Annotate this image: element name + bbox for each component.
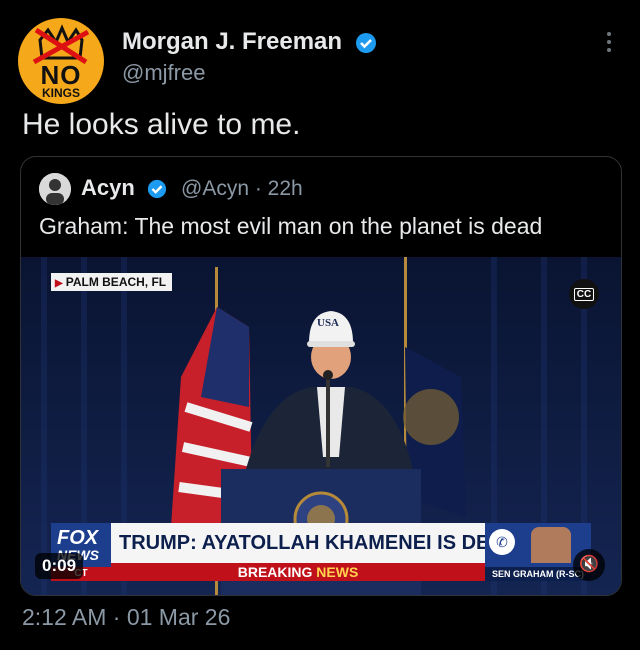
quoted-handle-time[interactable]: @Acyn · 22h — [181, 177, 303, 201]
quoted-text: Graham: The most evil man on the planet … — [39, 213, 543, 239]
news-lower-third: FOX NEWS CT TRUMP: AYATOLLAH KHAMENEI IS… — [51, 523, 591, 581]
location-tag: ▶ PALM BEACH, FL — [51, 273, 173, 291]
location-text: PALM BEACH, FL — [65, 275, 167, 289]
closed-captions-icon[interactable]: CC — [569, 279, 599, 309]
breaking-news-text: NEWS — [316, 564, 359, 580]
more-options-icon[interactable] — [606, 32, 612, 56]
phone-icon: ✆ — [489, 529, 515, 555]
author-name[interactable]: Morgan J. Freeman — [122, 28, 377, 56]
video-player[interactable]: USA ▶PALM BEACH, FL CC FOX NEWS CT TRUMP… — [21, 257, 621, 595]
mute-icon[interactable]: 🔇 — [573, 549, 605, 581]
play-triangle-icon: ▶ — [55, 278, 63, 289]
author-name-text[interactable]: Morgan J. Freeman — [122, 28, 342, 55]
cc-label: CC — [573, 287, 595, 301]
quoted-author-name[interactable]: Acyn — [81, 175, 167, 201]
quoted-tweet[interactable]: Acyn @Acyn · 22h Graham: The most evil m… — [20, 156, 622, 596]
quoted-avatar-image — [39, 173, 71, 205]
author-handle[interactable]: @mjfree — [122, 60, 205, 86]
post-timestamp[interactable]: 2:12 AM · 01 Mar 26 — [22, 604, 230, 631]
hat-text: USA — [317, 317, 340, 329]
tweet-text: He looks alive to me. — [22, 108, 301, 141]
avatar-kings-text: KINGS — [41, 86, 80, 100]
news-headline: TRUMP: AYATOLLAH KHAMENEI IS DEAD — [111, 523, 485, 563]
quoted-author-avatar[interactable] — [39, 173, 71, 205]
author-avatar[interactable]: NO KINGS — [18, 18, 104, 104]
breaking-text: BREAKING — [237, 564, 317, 580]
quoted-author-name-text[interactable]: Acyn — [81, 175, 135, 200]
video-elapsed-time: 0:09 — [35, 553, 84, 579]
breaking-news-banner: BREAKING NEWS — [111, 563, 485, 581]
guest-face — [531, 527, 571, 563]
verified-badge-icon — [147, 180, 167, 199]
verified-badge-icon — [355, 32, 376, 53]
